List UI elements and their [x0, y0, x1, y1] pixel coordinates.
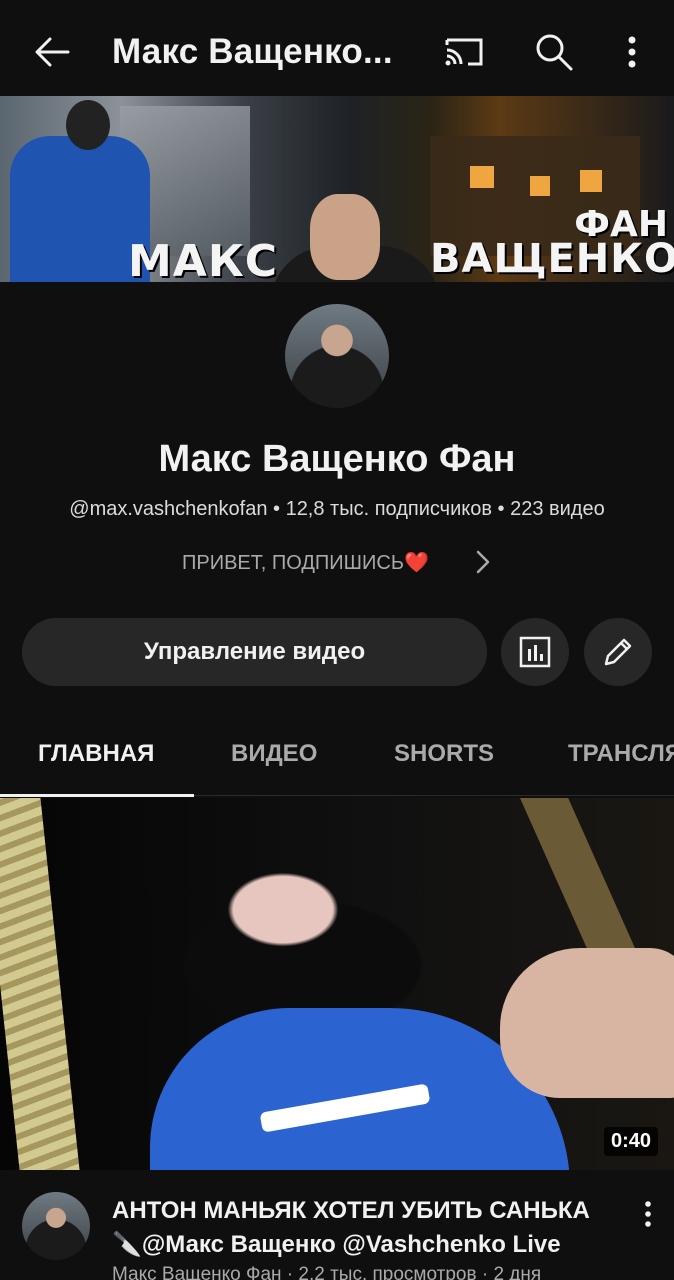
channel-meta: @max.vashchenkofan • 12,8 тыс. подписчик…: [69, 498, 605, 520]
banner-text-left: МАКС: [128, 236, 279, 282]
featured-video-info[interactable]: АНТОН МАНЬЯК ХОТЕЛ УБИТЬ САНЬКА 🔪@Макс В…: [0, 1172, 674, 1280]
channel-tabs: ГЛАВНАЯ ВИДЕО SHORTS ТРАНСЛЯ: [0, 716, 674, 797]
banner-window: [530, 176, 550, 196]
tab-shorts[interactable]: SHORTS: [394, 740, 494, 768]
channel-banner: МАКС ФАН ВАЩЕНКО: [0, 96, 674, 282]
tab-home[interactable]: ГЛАВНАЯ: [38, 740, 154, 768]
search-icon[interactable]: [532, 30, 576, 74]
banner-figure-center-head: [310, 194, 380, 280]
banner-text-right-bottom: ВАЩЕНКО: [430, 236, 674, 282]
tab-active-indicator: [0, 794, 194, 797]
banner-figure-left-head: [66, 100, 110, 150]
video-channel-avatar[interactable]: [22, 1192, 90, 1260]
banner-window: [470, 166, 494, 188]
edit-channel-button[interactable]: [584, 618, 652, 686]
chevron-right-icon[interactable]: [470, 548, 494, 576]
video-title[interactable]: АНТОН МАНЬЯК ХОТЕЛ УБИТЬ САНЬКА 🔪@Макс В…: [112, 1194, 622, 1262]
manage-videos-button[interactable]: Управление видео: [22, 618, 487, 686]
channel-avatar[interactable]: [285, 304, 389, 408]
tab-live[interactable]: ТРАНСЛЯ: [568, 740, 674, 768]
cast-icon[interactable]: [442, 30, 486, 74]
channel-tagline[interactable]: ПРИВЕТ, ПОДПИШИСЬ❤️: [182, 550, 429, 575]
video-subtitle: Макс Ващенко Фан · 2,2 тыс. просмотров ·…: [112, 1264, 542, 1280]
page-title: Макс Ващенко...: [112, 32, 393, 71]
thumbnail-hand: [500, 948, 674, 1098]
app-bar: Макс Ващенко...: [0, 0, 674, 96]
back-arrow-icon[interactable]: [30, 30, 74, 74]
channel-name: Макс Ващенко Фан: [158, 438, 516, 480]
banner-window: [580, 170, 602, 192]
pencil-icon: [604, 638, 632, 666]
analytics-icon: [519, 636, 551, 668]
tab-videos[interactable]: ВИДЕО: [231, 740, 317, 768]
featured-video-thumbnail[interactable]: 0:40: [0, 798, 674, 1170]
more-vert-icon[interactable]: [636, 1196, 660, 1232]
more-vert-icon[interactable]: [614, 30, 650, 74]
analytics-button[interactable]: [501, 618, 569, 686]
video-duration-badge: 0:40: [603, 1127, 658, 1156]
thumbnail-rope: [0, 798, 80, 1170]
